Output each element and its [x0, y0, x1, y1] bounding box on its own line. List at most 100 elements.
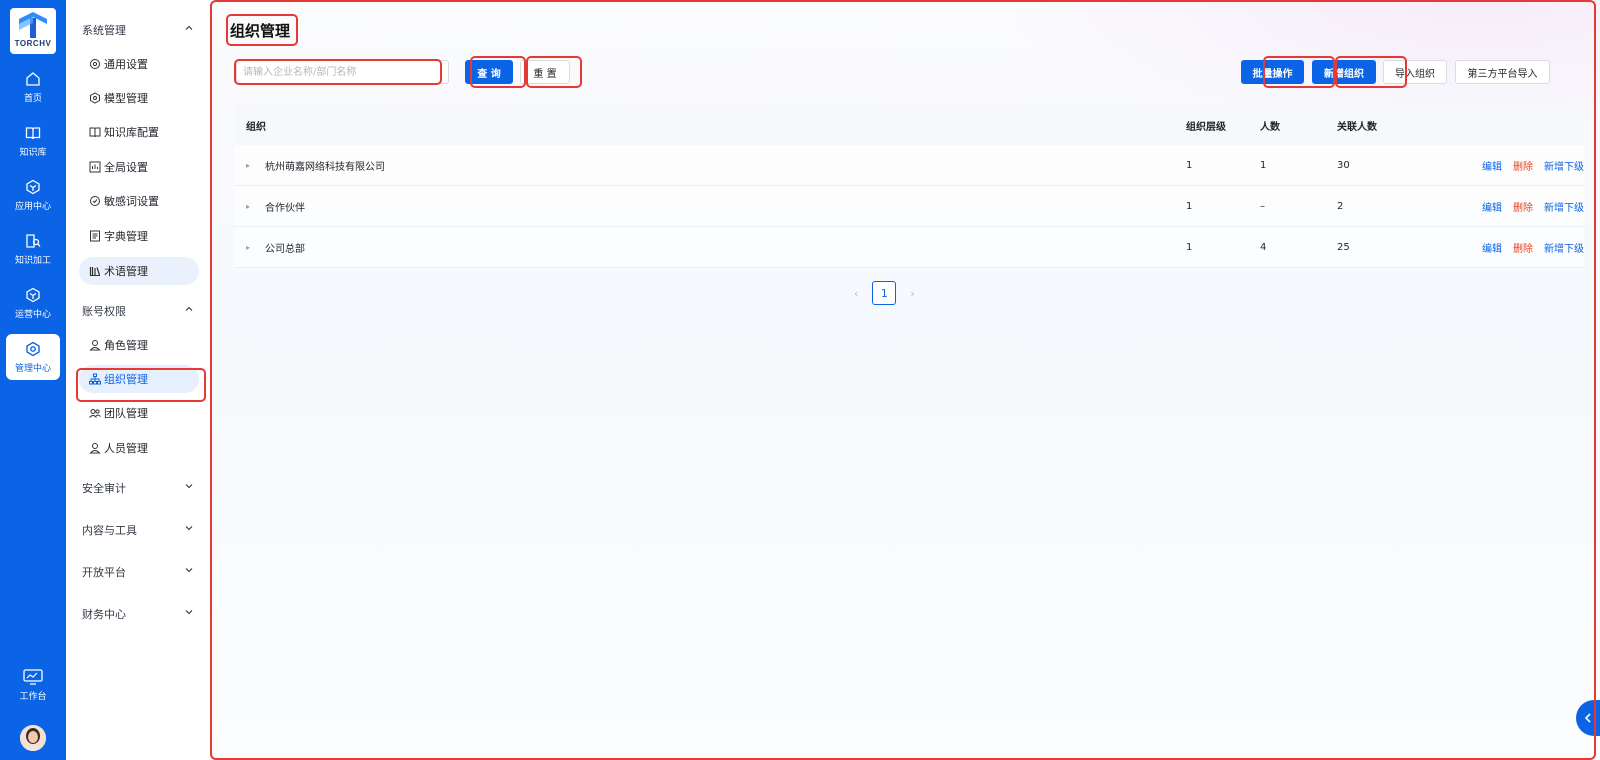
- group-content-tools[interactable]: 内容与工具: [82, 520, 194, 540]
- page-number-current[interactable]: 1: [872, 281, 897, 305]
- header-level: 组织层级: [1186, 121, 1226, 133]
- rail-label: 首页: [23, 93, 42, 104]
- rail-label: 知识库: [19, 147, 47, 158]
- rail-item-knowledge-processing[interactable]: 知识加工: [6, 226, 60, 272]
- prev-page-icon[interactable]: ‹: [854, 287, 858, 300]
- table-row: ▸ 合作伙伴 1 – 2 编辑 删除 新增下级: [234, 186, 1584, 227]
- left-rail: TORCHV 首页 知识库 应用中心 知识加工 运营中心 管理中心 工作台: [0, 0, 66, 760]
- chevron-up-icon: [185, 25, 193, 30]
- add-org-button[interactable]: 新增组织: [1312, 60, 1376, 84]
- sub-item-model-management[interactable]: 模型管理: [79, 84, 199, 112]
- delete-link[interactable]: 删除: [1513, 199, 1533, 214]
- rail-item-knowledge-base[interactable]: 知识库: [6, 118, 60, 164]
- shield-icon: [89, 195, 101, 207]
- org-name: 杭州萌嘉网络科技有限公司: [265, 161, 385, 173]
- next-page-icon[interactable]: ›: [910, 287, 914, 300]
- row-actions: 编辑 删除 新增下级: [1418, 240, 1584, 255]
- batch-operation-button[interactable]: 批量操作: [1241, 60, 1304, 84]
- dashboard-icon: [89, 161, 101, 173]
- sub-item-general-settings[interactable]: 通用设置: [79, 50, 199, 78]
- third-party-import-button[interactable]: 第三方平台导入: [1455, 60, 1550, 84]
- rail-label: 工作台: [19, 691, 47, 702]
- sub-item-org-management[interactable]: 组织管理: [79, 365, 199, 393]
- chevron-down-icon: [185, 484, 193, 489]
- group-system-management[interactable]: 系统管理: [82, 20, 194, 40]
- sub-item-role-management[interactable]: 角色管理: [79, 331, 199, 359]
- chevron-down-icon: [185, 610, 193, 615]
- rail-item-ops-center[interactable]: 运营中心: [6, 280, 60, 326]
- level-cell: 1: [1186, 241, 1193, 253]
- sub-item-label: 敏感词设置: [104, 195, 159, 208]
- sub-item-team-management[interactable]: 团队管理: [79, 399, 199, 427]
- edit-link[interactable]: 编辑: [1482, 158, 1502, 173]
- group-security-audit[interactable]: 安全审计: [82, 478, 194, 498]
- query-button[interactable]: 查 询: [465, 60, 513, 84]
- table-header: 组织 组织层级 人数 关联人数: [234, 105, 1584, 145]
- sub-item-label: 团队管理: [104, 407, 148, 420]
- team-icon: [89, 407, 101, 419]
- sub-item-dictionary[interactable]: 字典管理: [79, 222, 199, 250]
- monitor-icon: [23, 668, 43, 685]
- assoc-cell: 25: [1337, 241, 1350, 253]
- delete-link[interactable]: 删除: [1513, 240, 1533, 255]
- group-finance-center[interactable]: 财务中心: [82, 604, 194, 624]
- table-row: ▸ 公司总部 1 4 25 编辑 删除 新增下级: [234, 227, 1584, 268]
- sub-item-label: 知识库配置: [104, 126, 159, 139]
- header-org: 组织: [246, 121, 266, 133]
- org-table: 组织 组织层级 人数 关联人数 ▸ 杭州萌嘉网络科技有限公司 1 1 30 编辑…: [234, 105, 1584, 268]
- group-account-permissions[interactable]: 账号权限: [82, 301, 194, 321]
- group-title-text: 内容与工具: [82, 524, 137, 537]
- user-avatar[interactable]: [20, 725, 46, 751]
- settings-icon: [89, 58, 101, 70]
- count-cell: –: [1260, 200, 1265, 212]
- rail-item-workbench[interactable]: 工作台: [6, 662, 60, 708]
- search-input[interactable]: [236, 60, 449, 84]
- edit-link[interactable]: 编辑: [1482, 199, 1502, 214]
- rail-item-admin-center[interactable]: 管理中心: [6, 334, 60, 380]
- add-child-link[interactable]: 新增下级: [1544, 199, 1584, 214]
- rail-label: 管理中心: [14, 363, 51, 374]
- user-icon: [89, 339, 101, 351]
- list-icon: [89, 230, 101, 242]
- add-child-link[interactable]: 新增下级: [1544, 158, 1584, 173]
- org-cell: ▸ 杭州萌嘉网络科技有限公司: [234, 158, 1186, 173]
- sub-item-sensitive-words[interactable]: 敏感词设置: [79, 187, 199, 215]
- sub-item-kb-config[interactable]: 知识库配置: [79, 118, 199, 146]
- collapse-panel-button[interactable]: [1576, 700, 1600, 736]
- org-name: 公司总部: [265, 243, 305, 255]
- cube-icon: [26, 287, 40, 302]
- header-count: 人数: [1260, 121, 1280, 133]
- add-child-link[interactable]: 新增下级: [1544, 240, 1584, 255]
- sub-item-label: 人员管理: [104, 442, 148, 455]
- group-open-platform[interactable]: 开放平台: [82, 562, 194, 582]
- row-actions: 编辑 删除 新增下级: [1418, 158, 1584, 173]
- user-icon: [89, 442, 101, 454]
- sub-item-people-management[interactable]: 人员管理: [79, 434, 199, 462]
- logo-text: TORCHV: [14, 39, 52, 48]
- group-title-text: 开放平台: [82, 566, 126, 579]
- rail-label: 应用中心: [14, 201, 51, 212]
- sub-item-label: 通用设置: [104, 58, 148, 71]
- secondary-sidebar: 系统管理 通用设置 模型管理 知识库配置 全局设置 敏感词设置 字典管理 术语管…: [66, 0, 210, 760]
- pagination: ‹ 1 ›: [854, 281, 915, 305]
- chevron-left-icon: [1584, 713, 1591, 723]
- chevron-up-icon: [185, 306, 193, 311]
- sub-item-global-settings[interactable]: 全局设置: [79, 153, 199, 181]
- main-content: 组织管理 查 询 重 置 批量操作 新增组织 导入组织 第三方平台导入 组织 组…: [210, 0, 1600, 760]
- expand-caret-icon[interactable]: ▸: [246, 161, 254, 170]
- sub-item-label: 全局设置: [104, 161, 148, 174]
- sub-item-terminology[interactable]: 术语管理: [79, 257, 199, 285]
- import-org-button[interactable]: 导入组织: [1383, 60, 1447, 84]
- level-cell: 1: [1186, 200, 1193, 212]
- book-icon: [25, 126, 41, 139]
- rail-item-app-center[interactable]: 应用中心: [6, 172, 60, 218]
- chevron-down-icon: [185, 526, 193, 531]
- expand-caret-icon[interactable]: ▸: [246, 243, 254, 252]
- reset-button[interactable]: 重 置: [520, 60, 570, 84]
- delete-link[interactable]: 删除: [1513, 158, 1533, 173]
- rail-item-home[interactable]: 首页: [6, 64, 60, 110]
- books-icon: [89, 265, 101, 277]
- expand-caret-icon[interactable]: ▸: [246, 202, 254, 211]
- edit-link[interactable]: 编辑: [1482, 240, 1502, 255]
- torchv-logo[interactable]: TORCHV: [10, 8, 56, 54]
